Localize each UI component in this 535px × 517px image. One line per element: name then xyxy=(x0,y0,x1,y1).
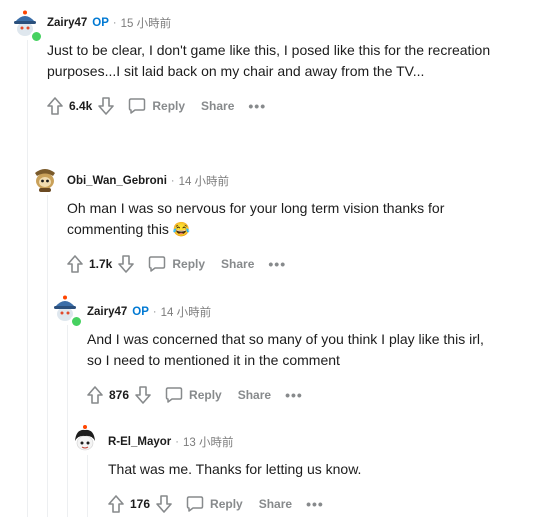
comment-timestamp[interactable]: 14 小時前 xyxy=(161,304,212,320)
downvote-icon[interactable] xyxy=(98,97,115,115)
comment-bubble-icon xyxy=(165,387,183,403)
upvote-icon[interactable] xyxy=(87,386,103,404)
more-options-icon[interactable]: ••• xyxy=(285,387,303,403)
laughing-emoji: 😂 xyxy=(172,221,191,237)
comment-body: Just to be clear, I don't game like this… xyxy=(47,42,491,79)
reply-button[interactable]: Reply xyxy=(128,97,185,115)
vote-count: 6.4k xyxy=(69,99,93,113)
reply-button[interactable]: Reply xyxy=(148,255,205,273)
separator-dot: · xyxy=(170,175,175,187)
reply-label: Reply xyxy=(172,257,206,271)
comment-actions: 876 Reply Share ••• xyxy=(87,383,517,407)
thread-line-4[interactable] xyxy=(87,455,88,517)
avatar[interactable] xyxy=(70,424,100,454)
separator-dot: · xyxy=(175,436,179,448)
comment-author[interactable]: Obi_Wan_Gebroni xyxy=(67,175,167,187)
reply-label: Reply xyxy=(210,497,243,511)
downvote-icon[interactable] xyxy=(118,255,135,273)
comment-timestamp[interactable]: 15 小時前 xyxy=(121,15,172,31)
comment-body: Oh man I was so nervous for your long te… xyxy=(67,198,507,240)
snoo-avatar-black-hair-icon xyxy=(75,425,95,451)
share-button[interactable]: Share xyxy=(221,257,254,271)
thread-line-2[interactable] xyxy=(47,195,48,517)
avatar[interactable] xyxy=(10,10,43,43)
separator-dot: · xyxy=(112,17,117,29)
online-indicator xyxy=(70,315,83,328)
more-options-icon[interactable]: ••• xyxy=(268,256,286,272)
online-indicator xyxy=(30,30,43,43)
comment-timestamp[interactable]: 14 小時前 xyxy=(179,173,230,189)
comment-actions: 6.4k Reply Share ••• xyxy=(47,94,517,118)
comment-bubble-icon xyxy=(186,496,204,512)
avatar[interactable] xyxy=(50,295,83,328)
snoo-avatar-gold-icon xyxy=(35,169,55,192)
comment-author[interactable]: Zairy47 xyxy=(47,17,87,29)
upvote-icon[interactable] xyxy=(47,97,63,115)
vote-count: 876 xyxy=(109,388,130,402)
reply-button[interactable]: Reply xyxy=(186,495,243,513)
reply-label: Reply xyxy=(189,388,222,402)
share-button[interactable]: Share xyxy=(238,388,271,402)
op-badge: OP xyxy=(92,17,109,29)
comment-author[interactable]: R-El_Mayor xyxy=(108,436,171,448)
share-button[interactable]: Share xyxy=(201,99,234,113)
upvote-icon[interactable] xyxy=(67,255,83,273)
thread-line-1[interactable] xyxy=(27,40,28,517)
downvote-icon[interactable] xyxy=(156,495,172,513)
op-badge: OP xyxy=(132,306,149,318)
thread-line-3[interactable] xyxy=(67,325,68,517)
comment-timestamp[interactable]: 13 小時前 xyxy=(183,434,234,450)
more-options-icon[interactable]: ••• xyxy=(306,496,324,512)
vote-count: 1.7k xyxy=(89,257,113,271)
more-options-icon[interactable]: ••• xyxy=(248,98,266,114)
share-button[interactable]: Share xyxy=(259,497,292,511)
comment-body: That was me. Thanks for letting us know. xyxy=(108,461,362,477)
upvote-icon[interactable] xyxy=(108,495,124,513)
comment-actions: 176 Reply Share ••• xyxy=(108,492,518,516)
comment-bubble-icon xyxy=(129,98,146,114)
vote-count: 176 xyxy=(130,497,151,511)
reply-label: Reply xyxy=(152,99,186,113)
avatar[interactable] xyxy=(30,163,60,193)
comment-actions: 1.7k Reply Share ••• xyxy=(67,252,517,276)
separator-dot: · xyxy=(152,306,157,318)
comment-author[interactable]: Zairy47 xyxy=(87,306,127,318)
reply-button[interactable]: Reply xyxy=(165,386,222,404)
downvote-icon[interactable] xyxy=(135,386,151,404)
comment-body: And I was concerned that so many of you … xyxy=(87,331,484,368)
comment-bubble-icon xyxy=(149,256,166,272)
comment-text: Oh man I was so nervous for your long te… xyxy=(67,200,445,237)
